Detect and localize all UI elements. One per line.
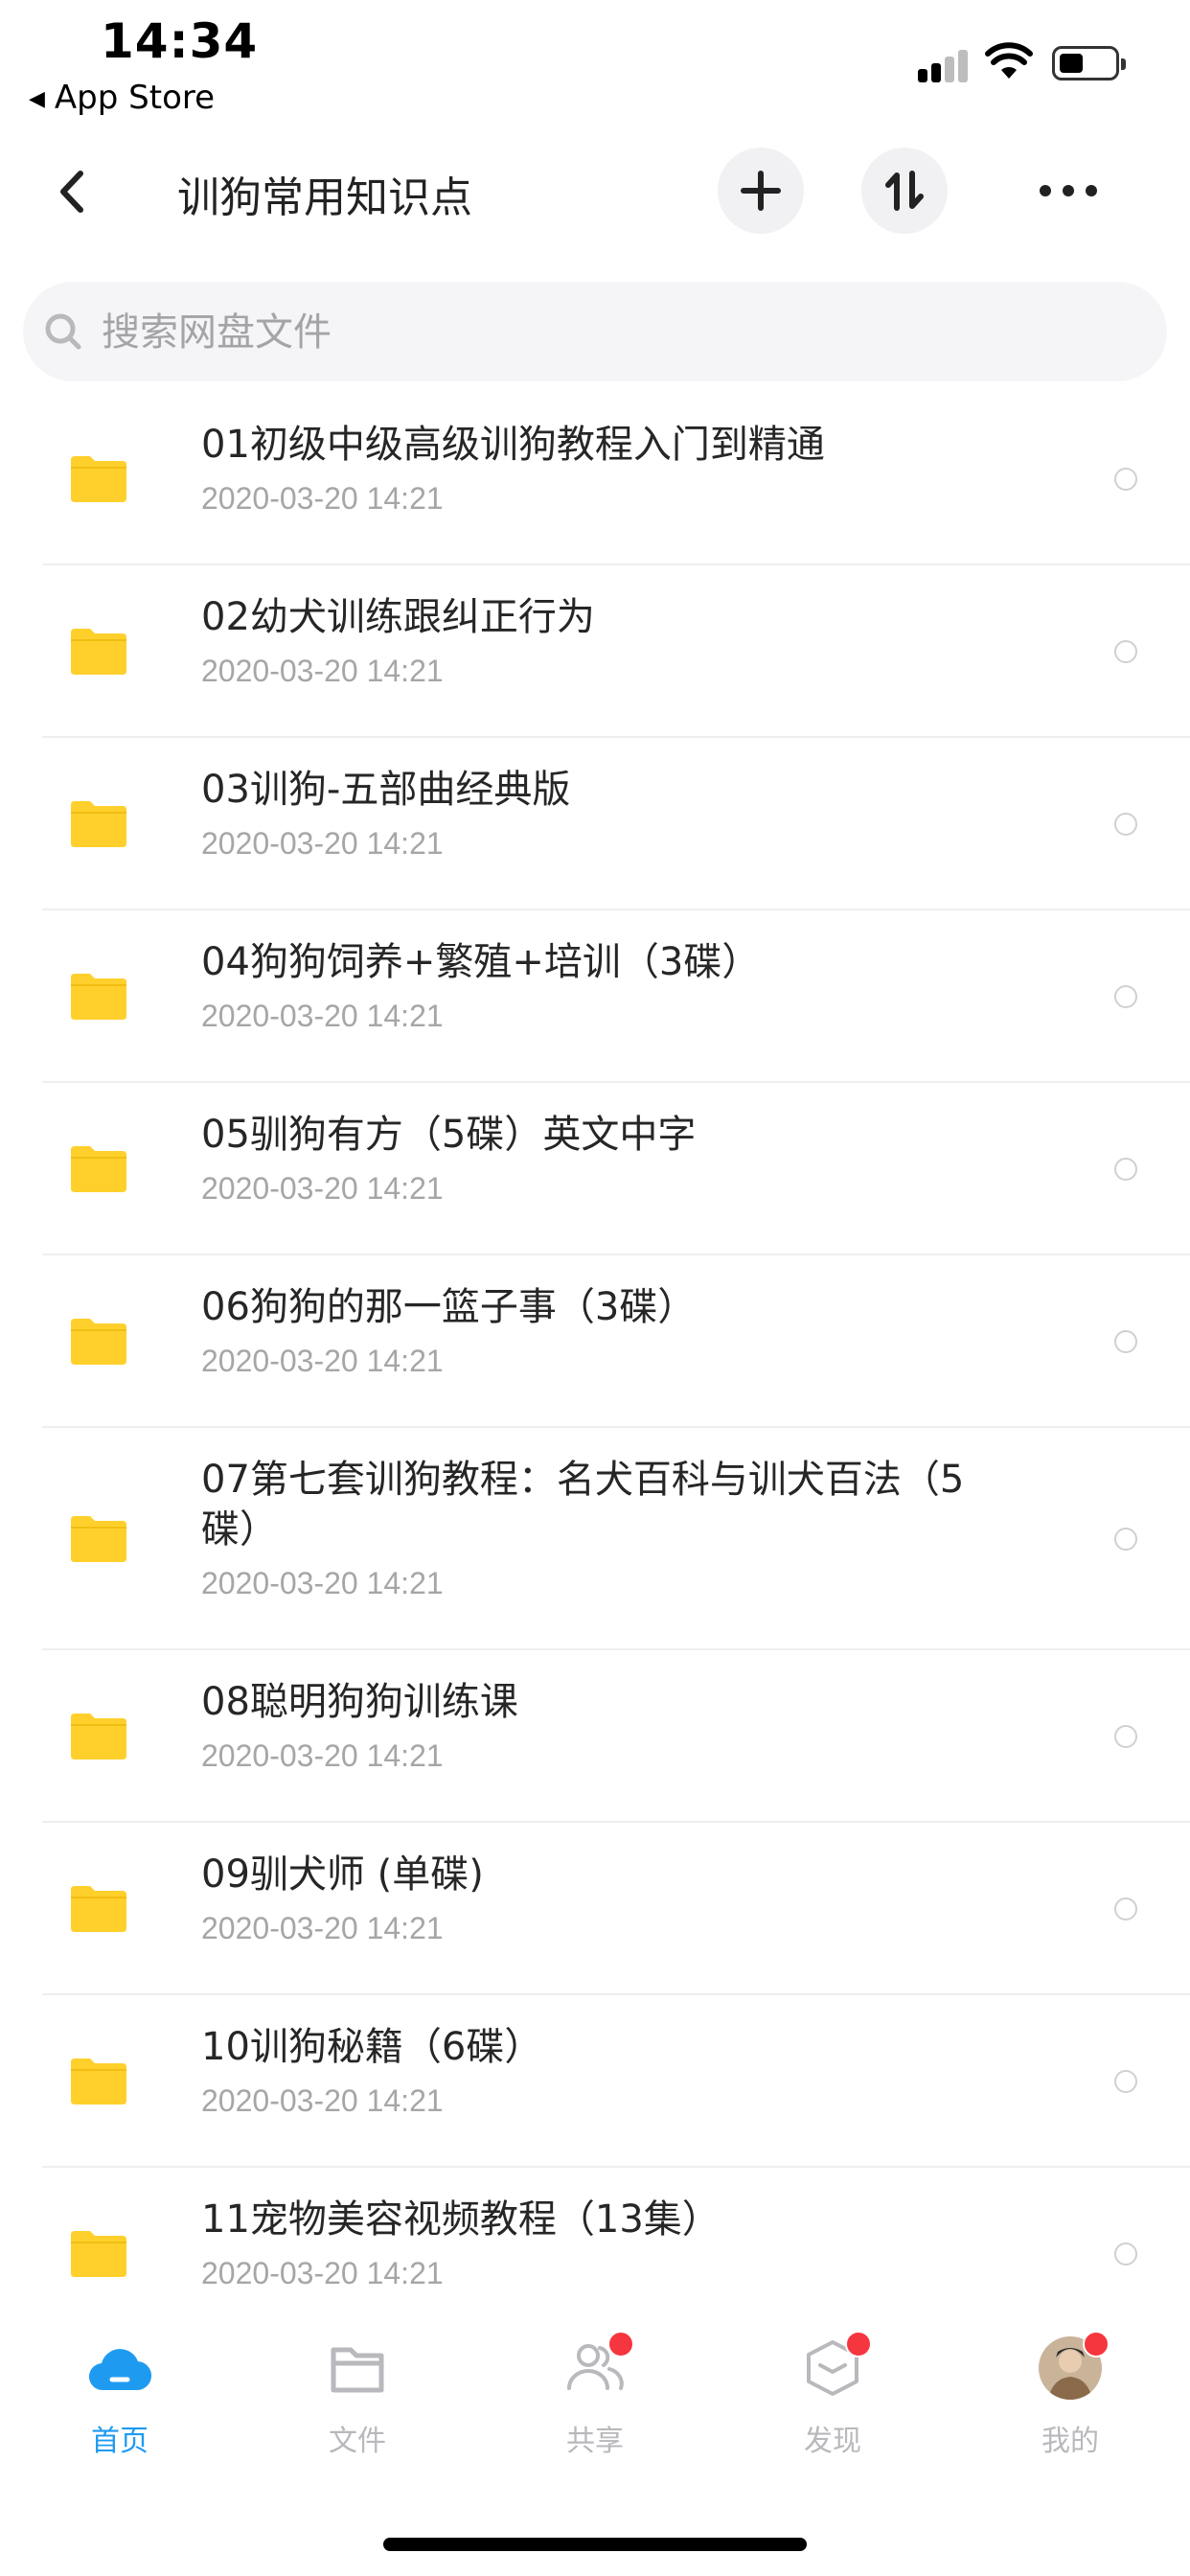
tab-files-label: 文件 — [329, 2425, 386, 2458]
tab-mine[interactable]: 我的 — [984, 2331, 1156, 2480]
file-name: 02幼犬训练跟纠正行为 — [201, 595, 595, 639]
back-to-app-store-link[interactable]: ◀ App Store — [29, 79, 215, 117]
tab-share-label: 共享 — [566, 2425, 624, 2458]
more-button[interactable] — [1030, 148, 1107, 234]
navigation-bar: 训狗常用知识点 — [0, 134, 1190, 249]
page-title: 训狗常用知识点 — [177, 173, 472, 222]
select-checkbox[interactable] — [1114, 1898, 1137, 1920]
file-date: 2020-03-20 14:21 — [201, 481, 444, 516]
file-row[interactable]: 11宠物美容视频教程（13集） 2020-03-20 14:21 — [0, 2168, 1190, 2340]
select-checkbox[interactable] — [1114, 813, 1137, 836]
folder-icon — [71, 456, 126, 502]
tab-discover[interactable]: 发现 — [746, 2331, 919, 2480]
battery-icon — [1052, 46, 1126, 80]
file-name: 05驯狗有方（5碟）英文中字 — [201, 1113, 697, 1157]
folder-icon — [71, 974, 126, 1020]
file-name: 10训狗秘籍（6碟） — [201, 2025, 543, 2069]
sort-icon — [885, 171, 924, 211]
file-name: 01初级中级高级训狗教程入门到精通 — [201, 423, 825, 467]
select-checkbox[interactable] — [1114, 2070, 1137, 2093]
search-icon — [45, 313, 81, 350]
mine-notification-badge — [1083, 2331, 1110, 2358]
home-indicator — [383, 2538, 807, 2551]
wifi-icon — [985, 42, 1033, 79]
select-checkbox[interactable] — [1114, 468, 1137, 491]
tab-mine-label: 我的 — [1041, 2425, 1099, 2458]
back-app-label: App Store — [54, 79, 216, 117]
tab-discover-label: 发现 — [804, 2425, 861, 2458]
folder-icon — [71, 1886, 126, 1932]
cloud-icon — [88, 2349, 152, 2391]
tab-home[interactable]: 首页 — [34, 2336, 206, 2480]
search-input[interactable] — [100, 282, 1138, 383]
file-date: 2020-03-20 14:21 — [201, 1171, 444, 1206]
file-date: 2020-03-20 14:21 — [201, 1911, 444, 1945]
file-name: 11宠物美容视频教程（13集） — [201, 2197, 721, 2242]
file-row[interactable]: 08聪明狗狗训练课 2020-03-20 14:21 — [0, 1650, 1190, 1823]
status-time: 14:34 — [101, 13, 259, 69]
folder-icon — [71, 1146, 126, 1192]
file-date: 2020-03-20 14:21 — [201, 826, 444, 861]
back-chevron-icon — [60, 171, 83, 213]
file-date: 2020-03-20 14:21 — [201, 1566, 444, 1600]
folder-icon — [71, 2231, 126, 2277]
file-name: 03训狗-五部曲经典版 — [201, 768, 571, 812]
file-date: 2020-03-20 14:21 — [201, 2256, 444, 2290]
select-checkbox[interactable] — [1114, 640, 1137, 663]
file-name: 09驯犬师 (单碟) — [201, 1852, 484, 1897]
tab-files[interactable]: 文件 — [271, 2336, 444, 2480]
back-button[interactable] — [48, 163, 96, 220]
file-row[interactable]: 01初级中级高级训狗教程入门到精通 2020-03-20 14:21 — [0, 393, 1190, 565]
select-checkbox[interactable] — [1114, 985, 1137, 1008]
file-row[interactable]: 04狗狗饲养+繁殖+培训（3碟） 2020-03-20 14:21 — [0, 910, 1190, 1083]
select-checkbox[interactable] — [1114, 2242, 1137, 2266]
search-bar[interactable] — [23, 282, 1167, 383]
select-checkbox[interactable] — [1114, 1330, 1137, 1353]
file-row[interactable]: 03训狗-五部曲经典版 2020-03-20 14:21 — [0, 738, 1190, 910]
tab-share[interactable]: 共享 — [509, 2331, 681, 2480]
file-row[interactable]: 09驯犬师 (单碟) 2020-03-20 14:21 — [0, 1823, 1190, 1995]
sort-button[interactable] — [861, 148, 948, 234]
select-checkbox[interactable] — [1114, 1725, 1137, 1748]
folder-icon — [71, 801, 126, 847]
file-row[interactable]: 02幼犬训练跟纠正行为 2020-03-20 14:21 — [0, 565, 1190, 738]
file-list: 01初级中级高级训狗教程入门到精通 2020-03-20 14:21 02幼犬训练跟… — [0, 393, 1190, 2340]
file-name: 06狗狗的那一篮子事（3碟） — [201, 1285, 697, 1329]
file-name: 04狗狗饲养+繁殖+培训（3碟） — [201, 940, 761, 984]
file-date: 2020-03-20 14:21 — [201, 1344, 444, 1378]
file-name: 07第七套训狗教程：名犬百科与训犬百法（5碟） — [201, 1458, 965, 1552]
file-name: 08聪明狗狗训练课 — [201, 1680, 518, 1724]
file-date: 2020-03-20 14:21 — [201, 654, 444, 688]
folder-icon — [71, 629, 126, 675]
tab-home-label: 首页 — [91, 2425, 149, 2458]
plus-icon — [741, 171, 781, 211]
folder-icon — [71, 1319, 126, 1365]
file-date: 2020-03-20 14:21 — [201, 1738, 444, 1773]
select-checkbox[interactable] — [1114, 1158, 1137, 1181]
folder-icon — [71, 2058, 126, 2104]
back-triangle-icon: ◀ — [29, 87, 45, 111]
folder-icon — [71, 1516, 126, 1562]
file-row[interactable]: 10训狗秘籍（6碟） 2020-03-20 14:21 — [0, 1995, 1190, 2168]
folder-icon — [71, 1714, 126, 1760]
file-date: 2020-03-20 14:21 — [201, 999, 444, 1033]
folder-icon — [331, 2347, 384, 2393]
file-row[interactable]: 07第七套训狗教程：名犬百科与训犬百法（5碟） 2020-03-20 14:21 — [0, 1428, 1190, 1650]
file-row[interactable]: 06狗狗的那一篮子事（3碟） 2020-03-20 14:21 — [0, 1255, 1190, 1428]
cellular-signal-icon — [918, 48, 968, 82]
select-checkbox[interactable] — [1114, 1528, 1137, 1551]
more-icon — [1040, 185, 1097, 196]
add-button[interactable] — [718, 148, 804, 234]
file-date: 2020-03-20 14:21 — [201, 2083, 444, 2118]
discover-notification-badge — [845, 2331, 872, 2358]
share-notification-badge — [607, 2331, 634, 2358]
status-bar: 14:34 ◀ App Store — [0, 0, 1190, 125]
file-row[interactable]: 05驯狗有方（5碟）英文中字 2020-03-20 14:21 — [0, 1083, 1190, 1255]
